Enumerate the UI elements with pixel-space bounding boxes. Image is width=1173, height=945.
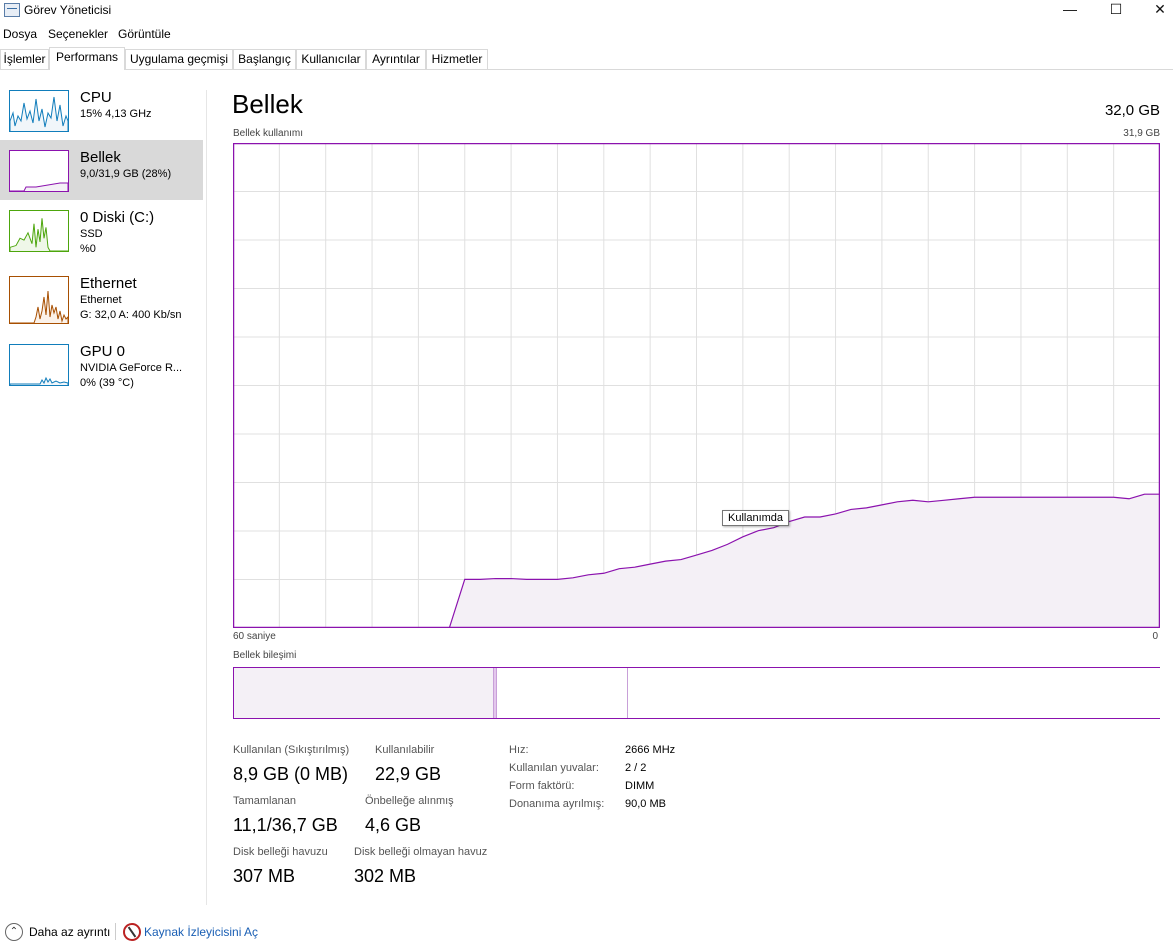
hardware-reserved-label: Donanıma ayrılmış:: [509, 798, 605, 810]
tab-startup[interactable]: Başlangıç: [233, 49, 296, 69]
cached-value: 4,6 GB: [365, 815, 422, 835]
in-use-value: 8,9 GB (0 MB): [233, 764, 349, 784]
sidebar-detail-2: %0: [80, 243, 96, 255]
window-title: Görev Yöneticisi: [24, 3, 112, 17]
composition-segment[interactable]: [627, 668, 1160, 718]
sidebar-title: Ethernet: [80, 275, 137, 292]
hardware-reserved-value: 90,0 MB: [625, 798, 666, 810]
sidebar-detail: 9,0/31,9 GB (28%): [80, 168, 172, 180]
close-button[interactable]: ✕: [1137, 0, 1173, 22]
speed-value: 2666 MHz: [625, 744, 676, 756]
in-use-tooltip: Kullanımda: [722, 510, 790, 526]
open-resource-monitor-link[interactable]: Kaynak İzleyicisini Aç: [144, 925, 258, 939]
memory-thumbnail: [9, 150, 69, 192]
minimize-button[interactable]: —: [1047, 0, 1093, 22]
cached-label: Önbelleğe alınmış: [365, 795, 454, 807]
tab-processes[interactable]: İşlemler: [0, 49, 49, 69]
menu-view[interactable]: Görüntüle: [118, 27, 171, 41]
tab-app-history[interactable]: Uygulama geçmişi: [125, 49, 233, 69]
fewer-details-link[interactable]: Daha az ayrıntı: [29, 925, 110, 939]
time-axis-right: 0: [1152, 631, 1158, 642]
sidebar-title: Bellek: [80, 149, 121, 166]
footer-bar: ⌃ Daha az ayrıntı Kaynak İzleyicisini Aç: [0, 918, 1173, 945]
memory-usage-graph: [233, 143, 1160, 628]
menu-options[interactable]: Seçenekler: [48, 27, 108, 41]
tab-bar: İşlemler Performans Uygulama geçmişi Baş…: [0, 47, 1173, 70]
disk-thumbnail: [9, 210, 69, 252]
tab-services[interactable]: Hizmetler: [426, 49, 488, 69]
tab-performance[interactable]: Performans: [49, 47, 125, 70]
chevron-up-icon[interactable]: ⌃: [5, 923, 23, 941]
available-label: Kullanılabilir: [375, 744, 435, 756]
title-bar: Görev Yöneticisi — ☐ ✕: [0, 0, 1173, 22]
sidebar-item-disk[interactable]: 0 Diski (C:) SSD %0: [0, 206, 203, 266]
sidebar-title: CPU: [80, 89, 112, 106]
paged-pool-value: 307 MB: [233, 866, 296, 886]
gpu-thumbnail: [9, 344, 69, 386]
sidebar-title: GPU 0: [80, 343, 126, 360]
composition-segment[interactable]: [234, 668, 493, 718]
committed-label: Tamamlanan: [233, 795, 296, 807]
resource-monitor-icon[interactable]: [123, 923, 141, 941]
sidebar-item-cpu[interactable]: CPU 15% 4,13 GHz: [0, 82, 203, 142]
slots-label: Kullanılan yuvalar:: [509, 762, 599, 774]
composition-segment[interactable]: [495, 668, 629, 718]
task-manager-icon: [4, 3, 20, 17]
composition-label: Bellek bileşimi: [233, 650, 297, 661]
committed-value: 11,1/36,7 GB: [233, 815, 338, 835]
page-title: Bellek: [232, 89, 303, 119]
sidebar-item-ethernet[interactable]: Ethernet Ethernet G: 32,0 A: 400 Kb/sn: [0, 272, 203, 332]
sidebar-detail: SSD: [80, 228, 103, 240]
total-memory: 32,0 GB: [1104, 102, 1160, 119]
panel-divider: [206, 90, 207, 905]
available-value: 22,9 GB: [375, 764, 442, 784]
paged-pool-label: Disk belleği havuzu: [233, 846, 328, 858]
tab-users[interactable]: Kullanıcılar: [296, 49, 366, 69]
memory-composition-bar[interactable]: [233, 667, 1160, 719]
footer-divider: [115, 923, 116, 940]
form-factor-label: Form faktörü:: [509, 780, 575, 792]
speed-label: Hız:: [509, 744, 529, 756]
menu-file[interactable]: Dosya: [3, 27, 37, 41]
sidebar-detail: 15% 4,13 GHz: [80, 108, 152, 120]
sidebar-detail: NVIDIA GeForce R...: [80, 362, 183, 374]
nonpaged-pool-label: Disk belleği olmayan havuz: [354, 846, 488, 858]
in-use-label: Kullanılan (Sıkıştırılmış): [233, 744, 350, 756]
slots-value: 2 / 2: [625, 762, 647, 774]
ethernet-thumbnail: [9, 276, 69, 324]
form-factor-value: DIMM: [625, 780, 655, 792]
sidebar-title: 0 Diski (C:): [80, 209, 155, 226]
nonpaged-pool-value: 302 MB: [354, 866, 417, 886]
maximize-button[interactable]: ☐: [1093, 0, 1139, 22]
usage-graph-label: Bellek kullanımı: [233, 128, 304, 139]
sidebar-detail-2: 0% (39 °C): [80, 377, 134, 389]
time-axis-left: 60 saniye: [233, 631, 276, 642]
cpu-thumbnail: [9, 90, 69, 132]
usage-graph-max: 31,9 GB: [1123, 128, 1160, 139]
sidebar-item-memory[interactable]: Bellek 9,0/31,9 GB (28%): [0, 140, 203, 200]
sidebar-detail: Ethernet: [80, 294, 122, 306]
usage-area: [449, 494, 1160, 628]
sidebar-detail-2: G: 32,0 A: 400 Kb/sn: [80, 309, 182, 321]
sidebar-item-gpu[interactable]: GPU 0 NVIDIA GeForce R... 0% (39 °C): [0, 338, 203, 398]
tab-details[interactable]: Ayrıntılar: [366, 49, 426, 69]
